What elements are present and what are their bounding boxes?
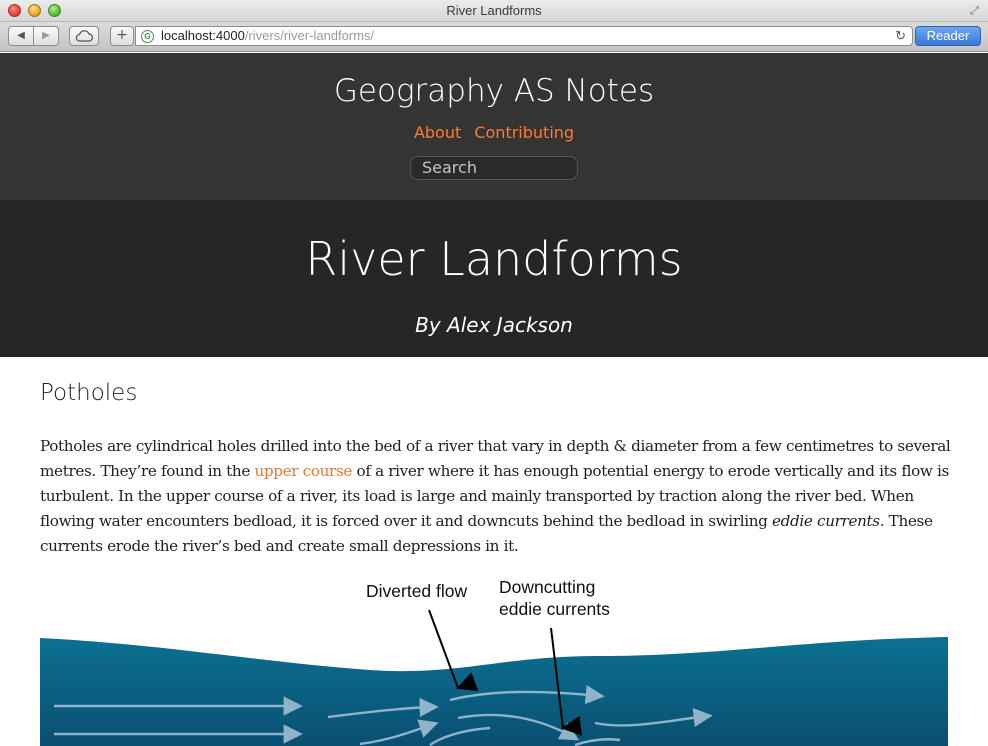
post-author: By Alex Jackson [415,313,573,337]
address-bar[interactable]: G localhost:4000/rivers/river-landforms/… [135,26,913,46]
river-water-illustration [40,609,948,746]
browser-toolbar: ◀ ▶ + G localhost:4000/rivers/river-land… [0,22,988,52]
post-title: River Landforms [305,232,683,286]
body-paragraph: Potholes are cylindrical holes drilled i… [40,434,952,559]
fullscreen-icon[interactable]: ⤢ [970,5,982,17]
upper-course-link[interactable]: upper course [254,462,352,480]
forward-arrow-icon: ▶ [42,30,50,41]
search-input[interactable]: Search [410,156,578,180]
back-button[interactable]: ◀ [8,26,34,46]
pothole-diagram: Diverted flow Downcutting eddie currents [40,570,948,746]
reload-icon[interactable]: ↻ [895,27,906,45]
url-text: localhost:4000/rivers/river-landforms/ [161,27,374,45]
nav-link-contributing[interactable]: Contributing [474,123,574,142]
water-body [40,637,948,746]
paragraph-emphasis: eddie currents [772,512,880,530]
post-header: River Landforms By Alex Jackson [0,200,988,357]
add-bookmark-button[interactable]: + [110,26,134,46]
window-titlebar: River Landforms ⤢ [0,0,988,22]
nav-link-about[interactable]: About [414,123,461,142]
forward-button[interactable]: ▶ [33,26,59,46]
url-path: /rivers/river-landforms/ [244,28,375,43]
icloud-tabs-button[interactable] [69,26,99,46]
window-title: River Landforms [446,3,542,18]
site-title[interactable]: Geography AS Notes [0,73,988,109]
site-nav: About Contributing [0,123,988,142]
plus-icon: + [116,27,128,43]
back-arrow-icon: ◀ [17,30,25,41]
cloud-icon [75,30,94,42]
site-header: Geography AS Notes About Contributing Se… [0,53,988,200]
reader-button[interactable]: Reader [915,26,981,46]
url-host: localhost:4000 [161,28,245,43]
site-favicon-icon: G [141,30,154,43]
section-heading: Potholes [40,380,138,406]
